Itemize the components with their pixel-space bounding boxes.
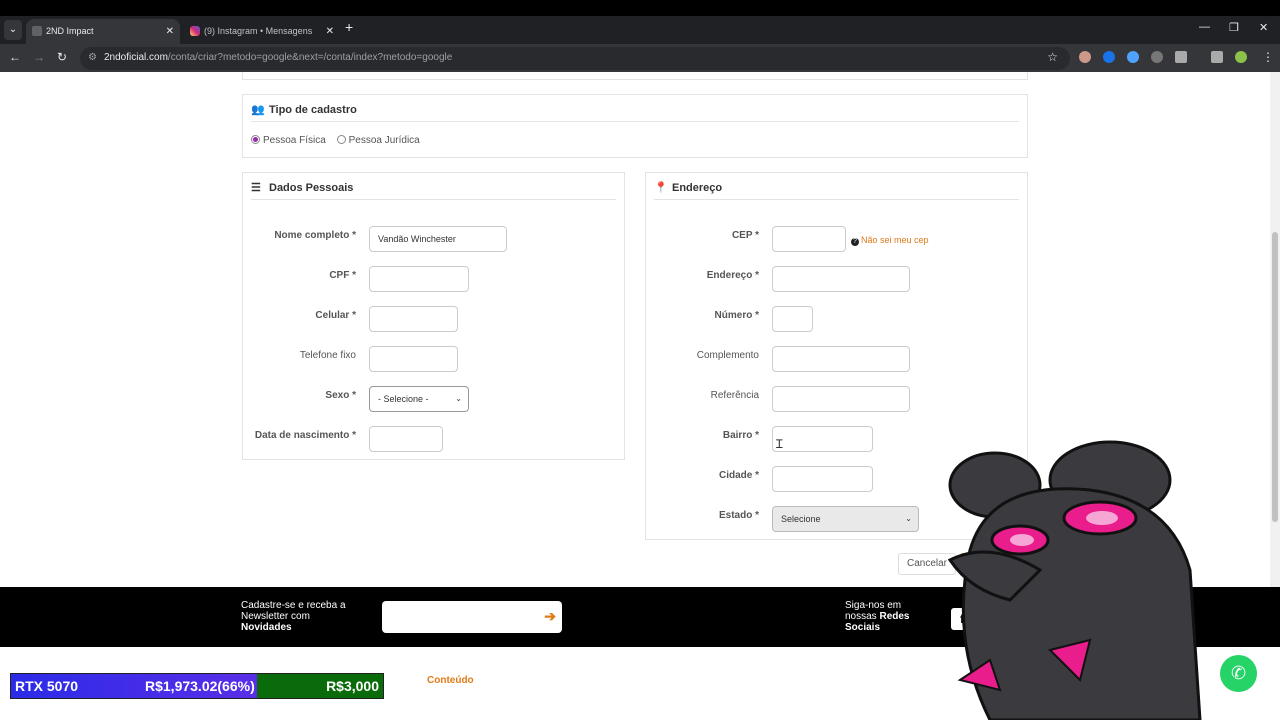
extension-icon[interactable] bbox=[1127, 51, 1139, 63]
users-icon: 👥 bbox=[251, 104, 265, 116]
referencia-input[interactable] bbox=[772, 386, 910, 412]
complemento-input[interactable] bbox=[772, 346, 910, 372]
endereco-label: Endereço * bbox=[706, 270, 759, 281]
tab-instagram[interactable]: (9) Instagram • Mensagens ✕ bbox=[184, 19, 340, 44]
panel-top-edge bbox=[242, 72, 1028, 80]
nome-input[interactable]: Vandão Winchester bbox=[369, 226, 507, 252]
tab-title: 2ND Impact bbox=[46, 26, 94, 36]
cep-input[interactable] bbox=[772, 226, 846, 252]
telefone-input[interactable] bbox=[369, 346, 458, 372]
referencia-label: Referência bbox=[710, 390, 759, 401]
complemento-label: Complemento bbox=[696, 350, 759, 361]
nome-label: Nome completo * bbox=[274, 230, 356, 241]
menu-dots-icon[interactable]: ⋮ bbox=[1262, 50, 1274, 64]
tab-bar: ⌄ 2ND Impact ✕ (9) Instagram • Mensagens… bbox=[0, 16, 1280, 44]
celular-input[interactable] bbox=[369, 306, 458, 332]
estado-label: Estado * bbox=[718, 510, 759, 521]
translate-icon[interactable] bbox=[1151, 51, 1163, 63]
nascimento-label: Data de nascimento * bbox=[254, 430, 356, 441]
telefone-label: Telefone fixo bbox=[299, 350, 356, 361]
cpf-label: CPF * bbox=[329, 270, 356, 281]
radio-button[interactable] bbox=[251, 135, 260, 144]
tab-favicon-icon bbox=[32, 26, 42, 36]
radio-button[interactable] bbox=[336, 135, 346, 144]
endereco-input[interactable] bbox=[772, 266, 910, 292]
reload-icon[interactable]: ↻ bbox=[57, 50, 67, 64]
maximize-button[interactable]: ❐ bbox=[1229, 21, 1239, 34]
url-text: 2ndoficial.com/conta/criar?metodo=google… bbox=[104, 52, 453, 63]
goal-raised: R$1,973.02(66%) bbox=[145, 678, 255, 694]
extensions-puzzle-icon[interactable] bbox=[1175, 51, 1187, 63]
mascot-rat-overlay bbox=[947, 440, 1202, 720]
sexo-select[interactable]: - Selecione - ⌄ bbox=[369, 386, 469, 412]
nascimento-input[interactable] bbox=[369, 426, 443, 452]
chevron-down-icon: ⌄ bbox=[455, 394, 462, 403]
radio-pessoa-fisica[interactable]: Pessoa Física bbox=[251, 135, 326, 146]
new-tab-button[interactable]: + bbox=[345, 19, 353, 35]
close-icon[interactable]: ✕ bbox=[166, 19, 174, 44]
numero-input[interactable] bbox=[772, 306, 813, 332]
minimize-button[interactable]: — bbox=[1199, 21, 1210, 33]
tab-search-button[interactable]: ⌄ bbox=[4, 20, 22, 40]
cep-help-link[interactable]: ? Não sei meu cep bbox=[851, 235, 929, 246]
goal-item-name: RTX 5070 bbox=[15, 678, 79, 694]
profile-avatar-icon[interactable] bbox=[1235, 51, 1247, 63]
top-black-strip bbox=[0, 0, 1280, 16]
bookmark-star-icon[interactable]: ☆ bbox=[1047, 50, 1058, 64]
goal-target: R$3,000 bbox=[326, 678, 379, 694]
address-bar[interactable]: ⚙ 2ndoficial.com/conta/criar?metodo=goog… bbox=[80, 47, 1070, 70]
divider bbox=[251, 199, 616, 200]
cpf-input[interactable] bbox=[369, 266, 469, 292]
chevron-down-icon: ⌄ bbox=[905, 514, 912, 523]
estado-select-value: Selecione bbox=[781, 514, 821, 524]
close-icon[interactable]: ✕ bbox=[326, 19, 334, 44]
numero-label: Número * bbox=[714, 310, 759, 321]
cep-label: CEP * bbox=[731, 230, 759, 241]
media-controls-icon[interactable] bbox=[1211, 51, 1223, 63]
close-window-button[interactable]: ✕ bbox=[1259, 21, 1268, 34]
map-marker-icon: 📍 bbox=[654, 182, 668, 194]
donation-goal-bar: RTX 5070 R$1,973.02(66%) R$3,000 bbox=[10, 673, 384, 699]
sexo-label: Sexo * bbox=[325, 390, 356, 401]
bairro-label: Bairro * bbox=[722, 430, 759, 441]
cidade-label: Cidade * bbox=[718, 470, 759, 481]
list-icon: ☰ bbox=[251, 182, 261, 194]
sexo-select-value: - Selecione - bbox=[378, 394, 429, 404]
arrow-right-icon[interactable]: ➔ bbox=[544, 608, 556, 625]
cidade-input[interactable] bbox=[772, 466, 873, 492]
extension-icon[interactable] bbox=[1103, 51, 1115, 63]
newsletter-text: Cadastre-se e receba a Newsletter com No… bbox=[241, 600, 346, 633]
celular-label: Celular * bbox=[315, 310, 356, 321]
panel-title: ☰ Dados Pessoais bbox=[251, 182, 354, 194]
extension-icon[interactable] bbox=[1079, 51, 1091, 63]
panel-title: 👥 Tipo de cadastro bbox=[251, 104, 357, 116]
question-icon: ? bbox=[851, 238, 859, 246]
tipo-cadastro-panel: 👥 Tipo de cadastro Pessoa Física Pessoa J… bbox=[242, 94, 1028, 158]
newsletter-email-input[interactable]: ➔ bbox=[382, 601, 562, 633]
text-cursor-icon: Ɪ bbox=[776, 437, 783, 451]
tipo-radio-group: Pessoa Física Pessoa Jurídica bbox=[251, 135, 428, 146]
divider bbox=[654, 199, 1019, 200]
site-info-icon[interactable]: ⚙ bbox=[88, 52, 100, 64]
social-text: Siga-nos em nossas Redes Sociais bbox=[845, 600, 910, 633]
radio-pessoa-juridica[interactable]: Pessoa Jurídica bbox=[336, 135, 420, 146]
tab-title: (9) Instagram • Mensagens bbox=[204, 26, 313, 36]
instagram-favicon-icon bbox=[190, 26, 200, 36]
nav-conteudo-link[interactable]: Conteúdo bbox=[427, 675, 474, 686]
forward-arrow-icon[interactable]: → bbox=[33, 50, 45, 64]
tab-2nd-impact[interactable]: 2ND Impact ✕ bbox=[26, 19, 180, 44]
panel-title: 📍 Endereço bbox=[654, 182, 723, 194]
estado-select[interactable]: Selecione ⌄ bbox=[772, 506, 919, 532]
divider bbox=[251, 121, 1019, 122]
back-arrow-icon[interactable]: ← bbox=[9, 50, 21, 64]
bairro-input[interactable] bbox=[772, 426, 873, 452]
